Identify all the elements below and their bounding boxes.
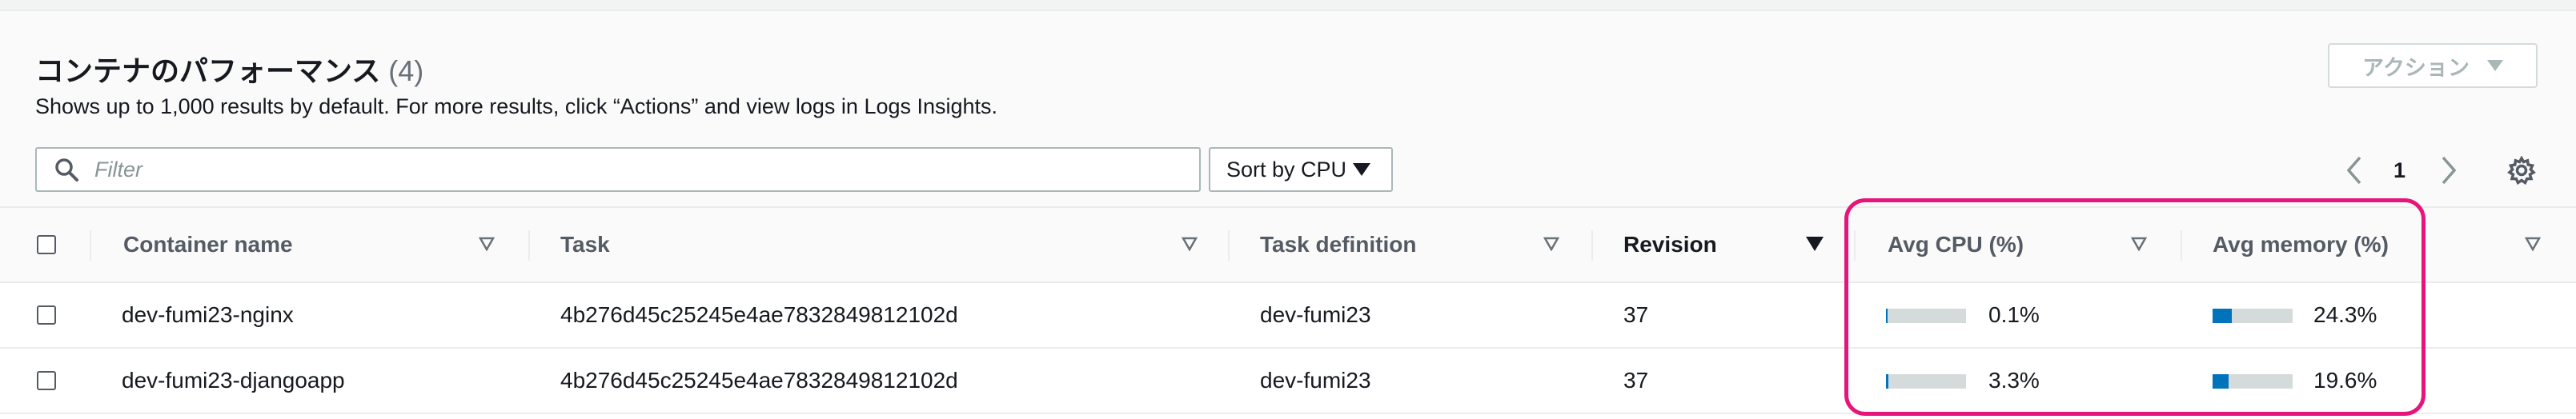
cell-container-name: dev-fumi23-djangoapp xyxy=(122,368,345,393)
column-header-container-name[interactable]: Container name xyxy=(123,208,293,281)
caret-down-icon xyxy=(1353,163,1371,176)
cpu-usage-bar xyxy=(1886,374,1966,389)
column-header-task[interactable]: Task xyxy=(560,208,610,281)
cpu-usage-bar-fill xyxy=(1886,309,1888,323)
cell-avg-cpu: 0.1% xyxy=(1988,302,2040,327)
column-divider xyxy=(1854,230,1856,261)
sort-triangle-icon[interactable] xyxy=(2131,237,2147,251)
results-description: Shows up to 1,000 results by default. Fo… xyxy=(35,94,998,118)
container-table: Container name Task Task definition Revi… xyxy=(0,206,2576,419)
previous-page-button[interactable] xyxy=(2344,152,2365,189)
search-icon xyxy=(55,158,78,182)
sort-select-label: Sort by CPU xyxy=(1226,157,1347,182)
row-checkbox[interactable] xyxy=(37,371,56,390)
cell-task-definition: dev-fumi23 xyxy=(1260,302,1371,327)
column-header-revision[interactable]: Revision xyxy=(1623,208,1717,281)
chevron-left-icon xyxy=(2346,156,2361,185)
memory-usage-bar-fill xyxy=(2213,374,2229,389)
actions-button-label: アクション xyxy=(2362,55,2470,80)
table-settings-button[interactable] xyxy=(2507,152,2536,189)
cell-avg-memory: 19.6% xyxy=(2313,368,2377,393)
column-header-avg-memory[interactable]: Avg memory (%) xyxy=(2213,208,2389,281)
next-page-button[interactable] xyxy=(2438,152,2459,189)
cpu-usage-bar-fill xyxy=(1886,374,1889,389)
cell-container-name: dev-fumi23-nginx xyxy=(122,302,294,327)
memory-usage-bar xyxy=(2213,374,2293,389)
column-divider xyxy=(90,230,91,261)
cell-avg-memory: 24.3% xyxy=(2313,302,2377,327)
gear-icon xyxy=(2507,156,2536,185)
cell-revision: 37 xyxy=(1623,302,1649,327)
actions-button[interactable]: アクション xyxy=(2328,43,2538,88)
sort-triangle-icon[interactable] xyxy=(479,237,495,251)
title-text: コンテナのパフォーマンス xyxy=(35,54,381,87)
cell-task: 4b276d45c25245e4ae7832849812102d xyxy=(560,302,958,327)
column-header-task-definition[interactable]: Task definition xyxy=(1260,208,1417,281)
sort-triangle-icon[interactable] xyxy=(1182,237,1198,251)
column-divider xyxy=(528,230,530,261)
memory-usage-bar xyxy=(2213,309,2293,323)
row-checkbox[interactable] xyxy=(37,305,56,325)
result-count: (4) xyxy=(388,54,424,87)
cell-task: 4b276d45c25245e4ae7832849812102d xyxy=(560,368,958,393)
column-divider xyxy=(2181,230,2182,261)
column-divider xyxy=(1591,230,1593,261)
chevron-right-icon xyxy=(2442,156,2457,185)
sort-descending-icon[interactable] xyxy=(1806,237,1824,251)
column-divider xyxy=(1228,230,1230,261)
sort-select[interactable]: Sort by CPU xyxy=(1209,147,1393,192)
filter-input[interactable]: Filter xyxy=(35,147,1201,192)
table-header: Container name Task Task definition Revi… xyxy=(0,208,2576,283)
cell-avg-cpu: 3.3% xyxy=(1988,368,2040,393)
page-number[interactable]: 1 xyxy=(2393,152,2405,189)
cpu-usage-bar xyxy=(1886,309,1966,323)
cell-task-definition: dev-fumi23 xyxy=(1260,368,1371,393)
column-header-avg-cpu[interactable]: Avg CPU (%) xyxy=(1888,208,2024,281)
table-row[interactable]: dev-fumi23-nginx 4b276d45c25245e4ae78328… xyxy=(0,283,2576,349)
select-all-checkbox[interactable] xyxy=(37,235,56,254)
sort-triangle-icon[interactable] xyxy=(1543,237,1559,251)
sort-triangle-icon[interactable] xyxy=(2525,237,2541,251)
filter-placeholder: Filter xyxy=(94,157,142,182)
page-title: コンテナのパフォーマンス (4) xyxy=(35,48,423,90)
memory-usage-bar-fill xyxy=(2213,309,2233,323)
caret-down-icon xyxy=(2486,60,2503,71)
table-row[interactable]: dev-fumi23-djangoapp 4b276d45c25245e4ae7… xyxy=(0,349,2576,414)
cell-revision: 37 xyxy=(1623,368,1649,393)
